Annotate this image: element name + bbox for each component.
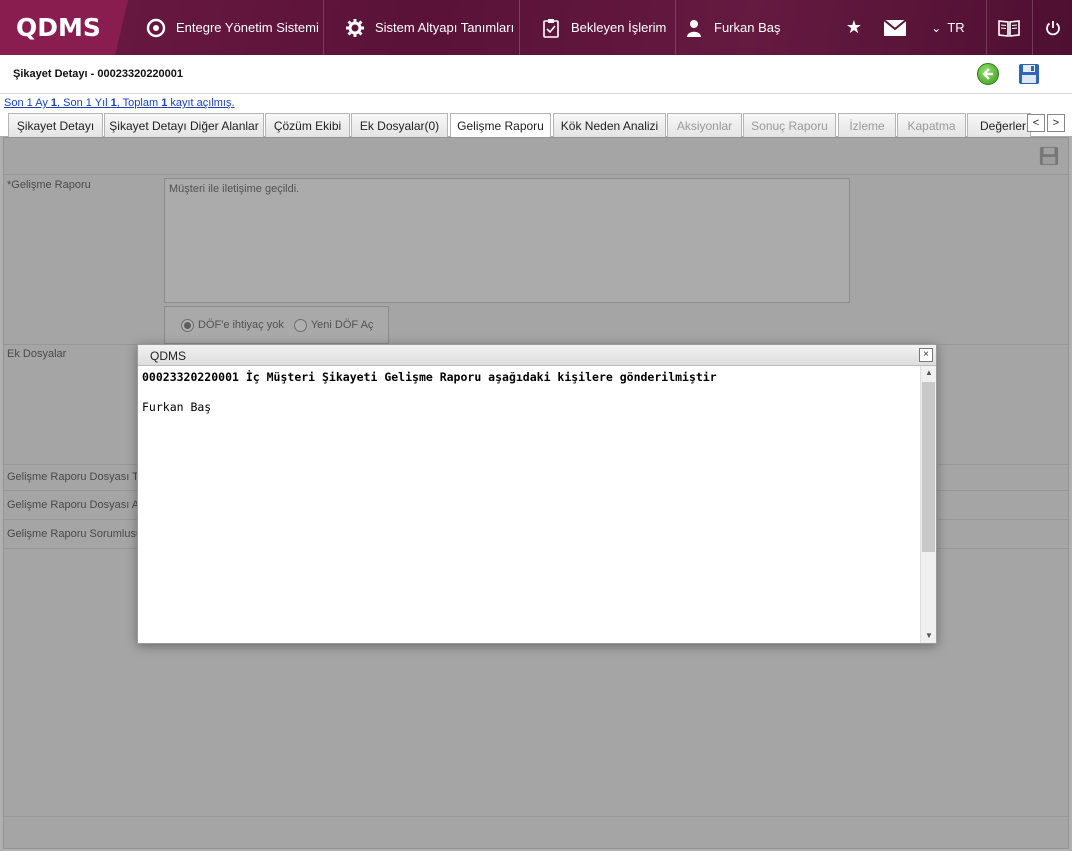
clipboard-icon <box>541 18 561 38</box>
page-header: Şikayet Detayı - 00023320220001 <box>0 55 1072 94</box>
nav-divider <box>675 0 676 55</box>
record-info-text: , Son 1 Yıl <box>57 97 111 109</box>
nav-divider <box>986 0 987 55</box>
scroll-up-arrow-icon[interactable]: ▲ <box>921 366 937 380</box>
tab-label: Aksiyonlar <box>676 118 733 133</box>
tab-label: Sonuç Raporu <box>751 118 828 133</box>
tab-kok-neden-analizi[interactable]: Kök Neden Analizi <box>553 113 666 137</box>
tab-sonuc-raporu[interactable]: Sonuç Raporu <box>743 113 836 137</box>
tab-label: Şikayet Detayı <box>16 118 95 133</box>
floppy-disk-icon <box>1019 64 1039 84</box>
close-button[interactable]: × <box>919 348 933 362</box>
tab-izleme[interactable]: İzleme <box>838 113 896 137</box>
tab-degerler[interactable]: Değerler <box>967 113 1031 137</box>
tab-sikayet-detayi-diger[interactable]: Şikayet Detayı Diğer Alanlar <box>104 113 264 137</box>
tab-aksiyonlar[interactable]: Aksiyonlar <box>667 113 742 137</box>
dialog-header: QDMS × <box>138 345 936 366</box>
record-summary-link[interactable]: Son 1 Ay 1, Son 1 Yıl 1, Toplam 1 kayıt … <box>4 97 235 109</box>
dialog-message: 00023320220001 İç Müşteri Şikayeti Geliş… <box>142 370 717 384</box>
gear-icon <box>345 18 365 38</box>
tab-label: Gelişme Raporu <box>457 119 544 133</box>
tab-gelisme-raporu[interactable]: Gelişme Raporu <box>450 113 551 138</box>
notification-dialog: QDMS × 00023320220001 İç Müşteri Şikayet… <box>137 344 937 644</box>
chevron-right-icon: > <box>1052 117 1060 129</box>
tab-bar: Şikayet Detayı Şikayet Detayı Diğer Alan… <box>0 113 1072 138</box>
tab-scroll-left-button[interactable]: < <box>1027 114 1045 132</box>
language-label: TR <box>947 20 965 35</box>
top-navigation-bar: QDMS Entegre Yönetim Sistemi Sistem Alty… <box>0 0 1072 55</box>
arrow-left-icon <box>982 68 993 80</box>
nav-divider <box>1032 0 1033 55</box>
nav-label: Furkan Baş <box>714 20 781 35</box>
tab-label: İzleme <box>849 118 885 133</box>
logo-text: QDMS <box>16 13 101 42</box>
nav-divider <box>323 0 324 55</box>
tab-sikayet-detayi[interactable]: Şikayet Detayı <box>8 113 103 137</box>
dialog-body: 00023320220001 İç Müşteri Şikayeti Geliş… <box>138 366 922 643</box>
chevron-down-icon: ⌄ <box>931 20 942 35</box>
tab-label: Ek Dosyalar(0) <box>359 118 440 133</box>
tab-kapatma[interactable]: Kapatma <box>897 113 966 137</box>
dialog-title: QDMS <box>150 349 186 363</box>
nav-divider <box>519 0 520 55</box>
tab-label: Çözüm Ekibi <box>273 118 342 133</box>
nav-label: Bekleyen İşlerim <box>571 20 667 35</box>
record-info-text: kayıt açılmış. <box>167 97 235 109</box>
qdms-logo[interactable]: QDMS <box>0 0 128 55</box>
tab-ek-dosyalar[interactable]: Ek Dosyalar(0) <box>351 113 448 137</box>
tab-label: Değerler <box>980 118 1027 133</box>
language-selector[interactable]: ⌄ TR <box>926 0 970 55</box>
mail-icon[interactable] <box>883 0 907 55</box>
back-button[interactable] <box>977 63 999 85</box>
chevron-left-icon: < <box>1032 117 1040 129</box>
nav-user-profile[interactable]: Furkan Baş <box>684 0 780 55</box>
tab-scroll-right-button[interactable]: > <box>1047 114 1065 132</box>
nav-bekleyen-islerim[interactable]: Bekleyen İşlerim <box>541 0 666 55</box>
save-button[interactable] <box>1018 63 1040 85</box>
record-info-text: Son 1 Ay <box>4 97 51 109</box>
page-title: Şikayet Detayı - 00023320220001 <box>13 68 184 80</box>
dialog-recipient: Furkan Baş <box>142 400 212 414</box>
record-info-text: , Toplam <box>116 97 162 109</box>
book-icon[interactable] <box>996 0 1022 55</box>
tab-label: Şikayet Detayı Diğer Alanlar <box>109 118 259 133</box>
scroll-thumb[interactable] <box>922 382 935 552</box>
power-icon[interactable] <box>1040 0 1066 55</box>
user-icon <box>684 18 704 38</box>
scroll-down-arrow-icon[interactable]: ▼ <box>921 629 937 643</box>
nav-label: Sistem Altyapı Tanımları <box>375 20 515 35</box>
tab-label: Kapatma <box>907 118 956 133</box>
tab-label: Kök Neden Analizi <box>560 118 659 133</box>
nav-label: Entegre Yönetim Sistemi <box>176 20 319 35</box>
qdms-circle-icon <box>146 18 166 38</box>
star-icon[interactable]: ★ <box>842 0 866 55</box>
nav-sistem-altyapi[interactable]: Sistem Altyapı Tanımları <box>345 0 514 55</box>
nav-entegre-yonetim[interactable]: Entegre Yönetim Sistemi <box>146 0 319 55</box>
dialog-scrollbar[interactable]: ▲ ▼ <box>920 366 936 643</box>
tab-cozum-ekibi[interactable]: Çözüm Ekibi <box>265 113 350 137</box>
close-icon: × <box>923 349 929 360</box>
